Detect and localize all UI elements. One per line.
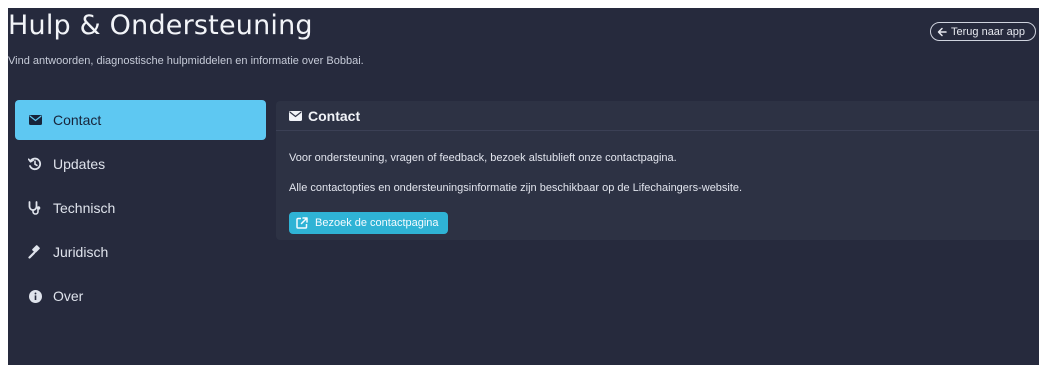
page-title: Hulp & Ondersteuning: [8, 10, 313, 41]
external-link-icon: [296, 217, 308, 229]
gavel-icon: [28, 245, 42, 259]
panel-paragraph: Voor ondersteuning, vragen of feedback, …: [289, 152, 677, 164]
sidebar-item-label: Contact: [53, 112, 102, 128]
sidebar-item-label: Updates: [53, 156, 106, 172]
sidebar-item-technisch[interactable]: Technisch: [15, 188, 266, 228]
sidebar-item-label: Over: [53, 288, 84, 304]
sidebar-item-updates[interactable]: Updates: [15, 144, 266, 184]
arrow-left-icon: [937, 27, 947, 37]
envelope-icon: [289, 110, 302, 121]
envelope-icon: [28, 113, 42, 127]
back-to-app-button[interactable]: Terug naar app: [930, 22, 1036, 41]
panel-header: Contact: [276, 101, 1039, 131]
back-to-app-label: Terug naar app: [951, 25, 1025, 38]
sidebar-item-juridisch[interactable]: Juridisch: [15, 232, 266, 272]
sidebar-item-label: Juridisch: [53, 244, 109, 260]
history-icon: [28, 157, 42, 171]
stethoscope-icon: [28, 201, 42, 215]
sidebar-item-over[interactable]: Over: [15, 276, 266, 316]
visit-contact-page-button[interactable]: Bezoek de contactpagina: [289, 212, 448, 234]
help-sidebar: Contact Updates Technisch Juridisch Over: [15, 100, 266, 320]
sidebar-item-contact[interactable]: Contact: [15, 100, 266, 140]
contact-panel: Contact Voor ondersteuning, vragen of fe…: [276, 101, 1039, 240]
panel-title: Contact: [308, 107, 361, 124]
panel-paragraph: Alle contactopties en ondersteuningsinfo…: [289, 182, 743, 194]
sidebar-item-label: Technisch: [53, 200, 116, 216]
visit-contact-page-label: Bezoek de contactpagina: [315, 217, 439, 229]
help-page: Hulp & Ondersteuning Vind antwoorden, di…: [8, 8, 1039, 365]
info-circle-icon: [28, 289, 42, 303]
page-subtitle: Vind antwoorden, diagnostische hulpmidde…: [8, 55, 364, 67]
